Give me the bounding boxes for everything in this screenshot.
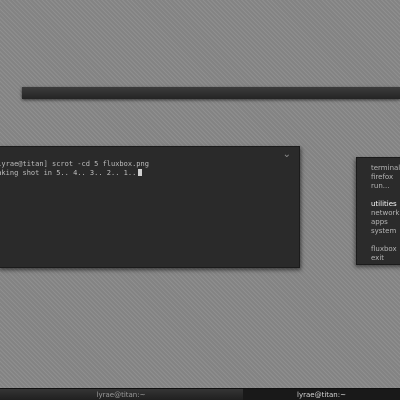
taskbar: lyrae@titan:~ lyrae@titan:~	[0, 388, 400, 400]
root-menu: terminal firefox run... utilities networ…	[356, 157, 400, 265]
top-toolbar-bar	[22, 87, 400, 99]
taskbar-task-active[interactable]: lyrae@titan:~	[243, 389, 400, 400]
menu-item-utilities[interactable]: utilities	[371, 200, 397, 209]
terminal-line-with-cursor: taking shot in 5.. 4.. 3.. 2.. 1..	[0, 169, 149, 178]
terminal-line: [lyrae@titan] scrot -cd 5 fluxbox.png	[0, 160, 149, 168]
menu-item-firefox[interactable]: firefox	[371, 173, 393, 182]
menu-item-terminal[interactable]: terminal	[371, 164, 400, 173]
terminal-line: taking shot in 5.. 4.. 3.. 2.. 1..	[0, 169, 137, 177]
menu-item-system[interactable]: system	[371, 227, 396, 236]
text-cursor	[138, 169, 143, 176]
menu-item-fluxbox[interactable]: fluxbox	[371, 245, 397, 254]
menu-item-apps[interactable]: apps	[371, 218, 388, 227]
chevron-down-icon[interactable]: ⌄	[283, 149, 291, 160]
menu-item-network[interactable]: network	[371, 209, 399, 218]
menu-item-exit[interactable]: exit	[371, 254, 384, 263]
terminal-window[interactable]: ⌄ [lyrae@titan] scrot -cd 5 fluxbox.png t…	[0, 146, 300, 268]
menu-item-run[interactable]: run...	[371, 182, 389, 191]
terminal-output: [lyrae@titan] scrot -cd 5 fluxbox.png tak…	[0, 160, 149, 178]
taskbar-task[interactable]: lyrae@titan:~	[0, 389, 242, 400]
